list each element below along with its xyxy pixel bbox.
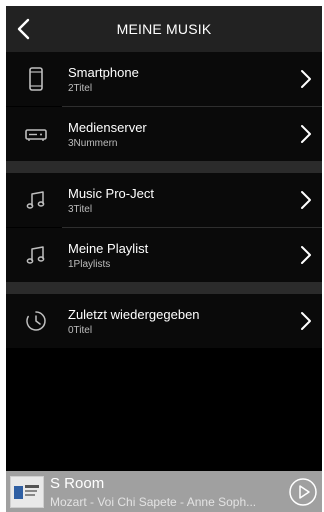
chevron-right-icon <box>301 70 311 88</box>
list-item-subtitle: 0Titel <box>68 325 93 336</box>
section-separator <box>6 282 322 294</box>
list-item-title: Music Pro-Ject <box>68 186 154 201</box>
list-item-subtitle: 3Titel <box>68 204 93 215</box>
chevron-right-icon <box>301 312 311 330</box>
list-item-music-pro-ject[interactable]: Music Pro-Ject 3Titel <box>6 173 322 227</box>
list-item-subtitle: 2Titel <box>68 83 93 94</box>
album-art <box>10 476 44 508</box>
top-bar: MEINE MUSIK <box>6 6 322 52</box>
media-server-icon <box>25 129 47 141</box>
list-item-smartphone[interactable]: Smartphone 2Titel <box>6 52 322 106</box>
player-room-name: S Room <box>50 475 105 492</box>
music-note-icon <box>26 246 45 264</box>
section-separator <box>6 161 322 173</box>
list-item-meine-playlist[interactable]: Meine Playlist 1Playlists <box>6 228 322 282</box>
chevron-right-icon <box>301 246 311 264</box>
chevron-right-icon <box>301 125 311 143</box>
player-track-title: Mozart - Voi Chi Sapete - Anne Soph... <box>50 495 257 509</box>
list-item-subtitle: 3Nummern <box>68 138 118 149</box>
list-item-medienserver[interactable]: Medienserver 3Nummern <box>6 107 322 161</box>
list-item-title: Smartphone <box>68 65 139 80</box>
now-playing-bar[interactable]: S Room Mozart - Voi Chi Sapete - Anne So… <box>6 471 322 512</box>
list-item-title: Medienserver <box>68 120 147 135</box>
smartphone-icon <box>29 67 43 91</box>
chevron-right-icon <box>301 191 311 209</box>
list-item-subtitle: 1Playlists <box>68 259 111 270</box>
list-item-title: Zuletzt wiedergegeben <box>68 307 200 322</box>
album-cover-image <box>14 485 39 499</box>
list-item-title: Meine Playlist <box>68 241 149 256</box>
clock-icon <box>26 311 46 331</box>
music-note-icon <box>26 191 45 209</box>
page-title: MEINE MUSIK <box>116 21 212 37</box>
list-item-zuletzt-wiedergegeben[interactable]: Zuletzt wiedergegeben 0Titel <box>6 294 322 348</box>
play-icon[interactable] <box>288 477 318 507</box>
phone-screen: MEINE MUSIK Smartphone 2Titel Medienserv… <box>6 6 322 512</box>
